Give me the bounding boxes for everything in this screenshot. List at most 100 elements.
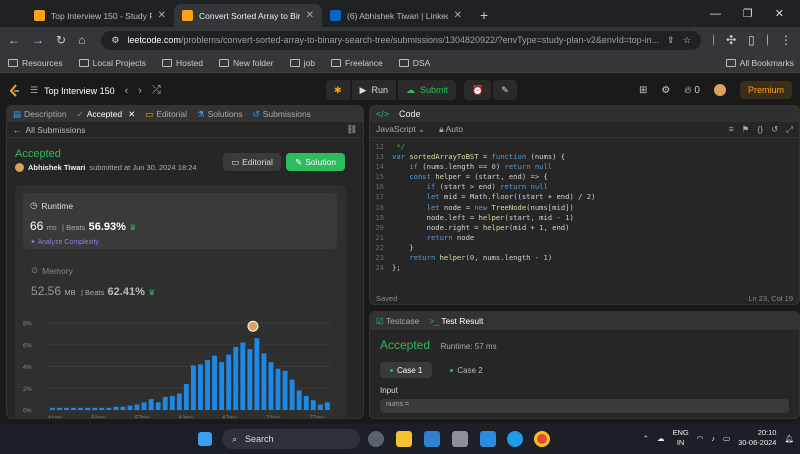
- bar[interactable]: [106, 407, 112, 410]
- link-icon[interactable]: ⛓: [346, 124, 357, 135]
- bar[interactable]: [191, 365, 196, 410]
- browser-tab[interactable]: Top Interview 150 - Study Plan ✕: [26, 4, 174, 27]
- close-window-icon[interactable]: ✕: [775, 7, 784, 20]
- bar[interactable]: [296, 390, 302, 410]
- browser-tab[interactable]: (6) Abhishek Tiwari | LinkedIn ✕: [322, 4, 470, 27]
- extension-icon[interactable]: [712, 34, 715, 46]
- bar[interactable]: [289, 379, 295, 410]
- layout-icon[interactable]: ⊞: [639, 85, 647, 96]
- reset-icon[interactable]: ↺: [771, 124, 778, 135]
- all-bookmarks[interactable]: All Bookmarks: [725, 58, 794, 68]
- settings-app-icon[interactable]: [368, 431, 384, 447]
- bookmark-item[interactable]: New folder: [218, 58, 274, 68]
- home-icon[interactable]: ⌂: [78, 33, 85, 47]
- submit-button[interactable]: ☁ Submit: [397, 80, 456, 100]
- case-tab[interactable]: Case 1: [380, 362, 433, 378]
- bookmark-item[interactable]: Hosted: [162, 58, 203, 68]
- tab-test-result[interactable]: >_ Test Result: [429, 316, 483, 326]
- wifi-icon[interactable]: ◠: [697, 434, 704, 443]
- close-tab-icon[interactable]: ✕: [454, 10, 462, 21]
- close-tab-icon[interactable]: ✕: [128, 109, 135, 120]
- bar[interactable]: [78, 407, 84, 410]
- list-icon[interactable]: ☰: [30, 85, 38, 96]
- address-bar[interactable]: ⚙ leetcode.com/problems/convert-sorted-a…: [101, 30, 701, 50]
- bar[interactable]: [120, 406, 126, 410]
- chrome-icon[interactable]: [534, 431, 550, 447]
- bar[interactable]: [226, 354, 232, 410]
- extensions-puzzle-icon[interactable]: ✣: [726, 33, 736, 47]
- tab-testcase[interactable]: ☑ Testcase: [376, 316, 419, 327]
- timer-button[interactable]: ⏰: [464, 80, 492, 100]
- bar[interactable]: [282, 370, 288, 410]
- next-problem-icon[interactable]: ›: [138, 85, 142, 97]
- bookmark-icon[interactable]: ⚑: [742, 124, 750, 135]
- runtime-distribution-chart[interactable]: 8% 6% 4% 2% 0% 41ms 52ms 57ms 62ms 67ms 72ms 77ms: [15, 315, 346, 419]
- chevron-up-icon[interactable]: ⌃: [643, 434, 649, 443]
- taskbar-search[interactable]: ⌕ Search: [222, 429, 360, 449]
- bar[interactable]: [261, 353, 267, 410]
- bar[interactable]: [57, 407, 62, 410]
- bar[interactable]: [310, 400, 316, 410]
- shuffle-icon[interactable]: ⤮: [152, 84, 161, 97]
- bar[interactable]: [205, 359, 210, 410]
- fullscreen-icon[interactable]: ⤢: [786, 124, 793, 135]
- menu-icon[interactable]: ⋮: [780, 33, 792, 47]
- calculator-icon[interactable]: [452, 431, 468, 447]
- windows-start-icon[interactable]: [198, 432, 212, 446]
- bar[interactable]: [212, 355, 217, 410]
- run-button[interactable]: ▶ Run: [351, 80, 396, 100]
- file-explorer-icon[interactable]: [396, 431, 412, 447]
- bar[interactable]: [71, 407, 76, 410]
- analyze-complexity-link[interactable]: ✦ Analyze Complexity: [30, 238, 330, 246]
- user-avatar[interactable]: [713, 84, 726, 96]
- auto-mode[interactable]: 🔒︎ Auto: [439, 124, 463, 135]
- sidebar-icon[interactable]: ▯: [748, 33, 755, 47]
- bar[interactable]: [183, 383, 189, 410]
- prev-problem-icon[interactable]: ‹: [125, 85, 129, 97]
- bar[interactable]: [317, 404, 323, 410]
- speaker-icon[interactable]: ♪: [711, 434, 715, 443]
- bar[interactable]: [247, 349, 253, 410]
- back-arrow-icon[interactable]: ←: [13, 125, 22, 135]
- solution-button[interactable]: ✎ Solution: [286, 153, 345, 171]
- bar[interactable]: [198, 364, 203, 410]
- editorial-button[interactable]: ▭ Editorial: [223, 153, 281, 171]
- share-icon[interactable]: ⇪: [667, 35, 675, 46]
- bar[interactable]: [303, 395, 309, 410]
- bar[interactable]: [148, 399, 154, 410]
- runtime-card[interactable]: ◷ Runtime 66 ms | Beats 56.93% ♛ ✦ Analyz…: [23, 193, 337, 249]
- bookmark-item[interactable]: Local Projects: [78, 58, 146, 68]
- bar[interactable]: [162, 396, 168, 410]
- browser-tab[interactable]: Convert Sorted Array to Binary ✕: [174, 4, 322, 27]
- debug-button[interactable]: ✱: [326, 80, 350, 100]
- minimize-icon[interactable]: —: [710, 8, 721, 20]
- bar[interactable]: [134, 404, 140, 410]
- notepad-icon[interactable]: [480, 431, 496, 447]
- bar[interactable]: [233, 346, 239, 410]
- edge-icon[interactable]: [507, 431, 523, 447]
- streak-counter[interactable]: 🔥︎ 0: [684, 85, 700, 96]
- bookmark-item[interactable]: job: [289, 58, 315, 68]
- bar[interactable]: [141, 402, 147, 410]
- close-tab-icon[interactable]: ✕: [158, 10, 166, 21]
- leetcode-logo-icon[interactable]: [8, 83, 22, 98]
- maximize-icon[interactable]: ❐: [743, 7, 753, 20]
- bar[interactable]: [50, 407, 55, 410]
- new-tab-icon[interactable]: +: [480, 7, 488, 23]
- site-info-icon[interactable]: ⚙: [111, 35, 119, 46]
- bookmark-item[interactable]: DSA: [398, 58, 430, 68]
- code-editor[interactable]: 12 */13 var sortedArrayToBST = function (…: [370, 142, 799, 273]
- format-icon[interactable]: ≡: [729, 124, 734, 135]
- language-select[interactable]: JavaScript ⌄: [376, 124, 425, 135]
- settings-gear-icon[interactable]: ⚙: [661, 85, 670, 96]
- note-button[interactable]: ✎: [493, 80, 517, 100]
- bar[interactable]: [113, 406, 119, 410]
- bar[interactable]: [155, 402, 161, 410]
- all-submissions-link[interactable]: All Submissions: [26, 125, 86, 135]
- vscode-icon[interactable]: [424, 431, 440, 447]
- tab-description[interactable]: ▤ Description: [13, 109, 67, 120]
- bar[interactable]: [176, 393, 182, 410]
- bar[interactable]: [324, 402, 330, 410]
- reload-icon[interactable]: ↻: [56, 33, 66, 47]
- clock[interactable]: 20:10 30-06-2024: [738, 428, 776, 448]
